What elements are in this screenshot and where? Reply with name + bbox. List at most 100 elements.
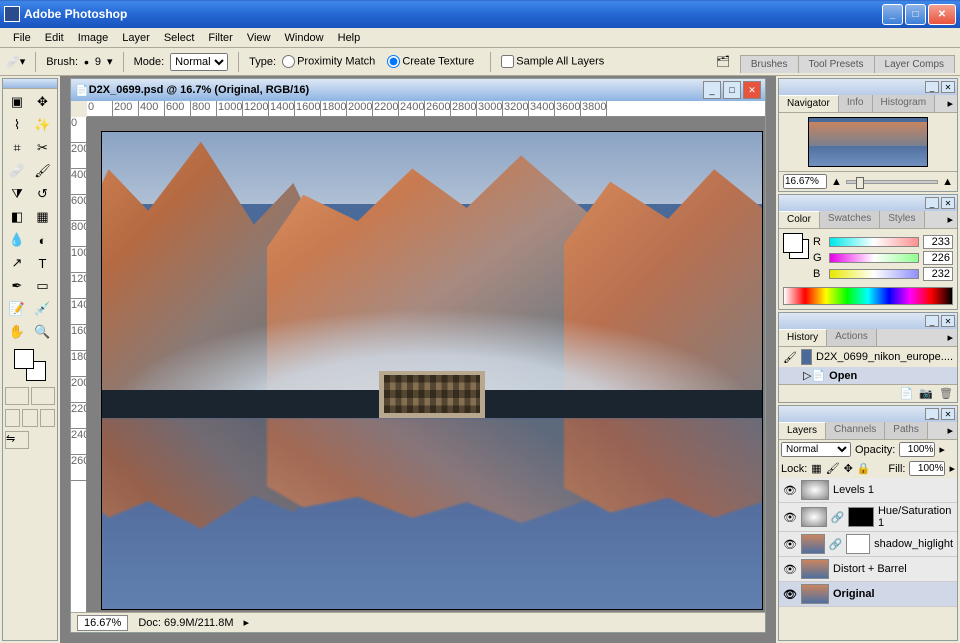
trash-icon[interactable]: 🗑 (939, 387, 953, 400)
panel-close[interactable]: ✕ (941, 315, 955, 327)
menu-file[interactable]: File (6, 30, 38, 46)
menu-layer[interactable]: Layer (115, 30, 157, 46)
tool-hand[interactable]: ✋ (5, 321, 29, 343)
screen-full-menu[interactable] (22, 409, 37, 427)
color-swatches[interactable] (14, 349, 46, 381)
tab-brushes[interactable]: Brushes (740, 55, 799, 73)
tool-blur[interactable]: 💧 (5, 229, 29, 251)
sample-all-checkbox[interactable]: Sample All Layers (501, 55, 604, 68)
tab-layer-comps[interactable]: Layer Comps (874, 55, 955, 73)
tool-shape[interactable]: ▭ (31, 275, 55, 297)
tool-notes[interactable]: 📝 (5, 298, 29, 320)
doc-minimize[interactable]: _ (703, 81, 721, 99)
panel-minimize[interactable]: _ (925, 197, 939, 209)
tool-path[interactable]: ↗ (5, 252, 29, 274)
tool-marquee[interactable]: ▣ (5, 91, 29, 113)
menu-view[interactable]: View (240, 30, 278, 46)
layer-item[interactable]: 👁 🔗 Hue/Saturation 1 (779, 503, 957, 532)
panel-minimize[interactable]: _ (925, 315, 939, 327)
tab-navigator[interactable]: Navigator (779, 95, 839, 112)
spectrum-ramp[interactable] (783, 287, 953, 305)
tool-lasso[interactable]: ⌇ (5, 114, 29, 136)
tab-color[interactable]: Color (779, 211, 820, 228)
tab-tool-presets[interactable]: Tool Presets (798, 55, 875, 73)
panel-minimize[interactable]: _ (925, 408, 939, 420)
doc-close[interactable]: ✕ (743, 81, 761, 99)
tool-healing[interactable]: 🩹 (5, 160, 29, 182)
tab-paths[interactable]: Paths (885, 422, 928, 439)
tab-histogram[interactable]: Histogram (873, 95, 936, 112)
tool-wand[interactable]: ✨ (31, 114, 55, 136)
zoom-in-icon[interactable]: ▲ (942, 176, 953, 188)
panel-close[interactable]: ✕ (941, 81, 955, 93)
tool-move[interactable]: ✥ (31, 91, 55, 113)
visibility-icon[interactable]: 👁 (783, 562, 797, 576)
tab-info[interactable]: Info (839, 95, 873, 112)
tool-slice[interactable]: ✂ (31, 137, 55, 159)
brush-size[interactable]: 9 (95, 56, 101, 68)
lock-position-icon[interactable]: ✥ (844, 462, 853, 475)
window-minimize[interactable]: _ (882, 4, 903, 25)
menu-help[interactable]: Help (331, 30, 368, 46)
nav-zoom-slider[interactable] (846, 180, 938, 184)
screen-standard[interactable] (5, 409, 20, 427)
blend-mode-select[interactable]: Normal (781, 442, 851, 457)
visibility-icon[interactable]: 👁 (783, 587, 797, 601)
create-texture-radio[interactable]: Create Texture (387, 55, 474, 68)
history-snapshot[interactable]: 🖌 D2X_0699_nikon_europe.... (779, 347, 957, 367)
history-step[interactable]: ▷📄 Open (779, 367, 957, 384)
menu-filter[interactable]: Filter (201, 30, 239, 46)
navigator-thumbnail[interactable] (808, 117, 928, 167)
r-value[interactable]: 233 (923, 235, 953, 249)
link-icon[interactable]: 🔗 (829, 538, 843, 551)
status-menu-icon[interactable]: ▸ (244, 616, 250, 629)
tool-crop[interactable]: ⌗ (5, 137, 29, 159)
g-slider[interactable] (829, 253, 919, 263)
visibility-icon[interactable]: 👁 (783, 483, 797, 497)
tool-gradient[interactable]: ▦ (31, 206, 55, 228)
opacity-field[interactable] (899, 442, 935, 457)
tool-type[interactable]: T (31, 252, 55, 274)
foreground-color[interactable] (14, 349, 34, 369)
tab-history[interactable]: History (779, 329, 827, 346)
doc-maximize[interactable]: □ (723, 81, 741, 99)
visibility-icon[interactable]: 👁 (783, 537, 797, 551)
zoom-out-icon[interactable]: ▲ (831, 176, 842, 188)
tab-styles[interactable]: Styles (880, 211, 924, 228)
tool-stamp[interactable]: ⧩ (5, 183, 29, 205)
lock-all-icon[interactable]: 🔒 (857, 462, 871, 475)
window-maximize[interactable]: □ (905, 4, 926, 25)
tool-dodge[interactable]: ◐ (31, 229, 55, 251)
toggle-palettes-icon[interactable]: 🗂 (716, 55, 730, 68)
proximity-radio[interactable]: Proximity Match (282, 55, 375, 68)
r-slider[interactable] (829, 237, 919, 247)
screen-full[interactable] (40, 409, 55, 427)
menu-image[interactable]: Image (71, 30, 116, 46)
color-fgbg[interactable] (783, 233, 809, 259)
panel-menu-icon[interactable]: ▸ (943, 329, 957, 346)
panel-close[interactable]: ✕ (941, 408, 955, 420)
canvas[interactable] (87, 117, 765, 612)
new-doc-icon[interactable]: 📄 (900, 387, 914, 400)
lock-transparency-icon[interactable]: ▦ (811, 462, 821, 475)
visibility-icon[interactable]: 👁 (783, 510, 797, 524)
zoom-field[interactable]: 16.67% (77, 615, 128, 631)
tab-channels[interactable]: Channels (826, 422, 885, 439)
tool-zoom[interactable]: 🔍 (31, 321, 55, 343)
b-slider[interactable] (829, 269, 919, 279)
panel-menu-icon[interactable]: ▸ (943, 95, 957, 112)
tool-eyedropper[interactable]: 💉 (31, 298, 55, 320)
link-icon[interactable]: 🔗 (831, 511, 845, 524)
opacity-flyout[interactable]: ▸ (939, 443, 945, 456)
tool-eraser[interactable]: ◧ (5, 206, 29, 228)
tab-actions[interactable]: Actions (827, 329, 877, 346)
menu-edit[interactable]: Edit (38, 30, 71, 46)
layer-item[interactable]: 👁 Levels 1 (779, 478, 957, 503)
tool-brush[interactable]: 🖌 (31, 160, 55, 182)
layer-item[interactable]: 👁 🔗 shadow_higlight (779, 532, 957, 557)
menu-select[interactable]: Select (157, 30, 202, 46)
g-value[interactable]: 226 (923, 251, 953, 265)
fill-flyout[interactable]: ▸ (949, 462, 955, 475)
tool-history-brush[interactable]: ↺ (31, 183, 55, 205)
jump-to-imageready[interactable]: ⇋ (5, 431, 29, 449)
